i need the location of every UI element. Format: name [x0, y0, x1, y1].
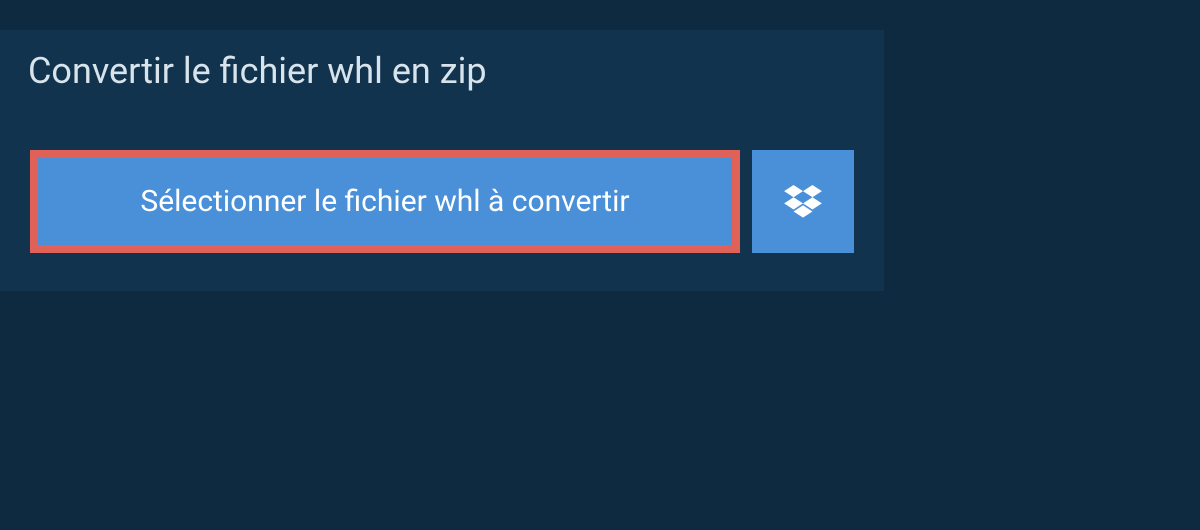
converter-panel: Convertir le fichier whl en zip Sélectio… — [0, 30, 884, 291]
dropbox-button[interactable] — [752, 150, 854, 253]
dropbox-icon — [784, 185, 822, 219]
select-file-button[interactable]: Sélectionner le fichier whl à convertir — [30, 150, 740, 253]
title-bar: Convertir le fichier whl en zip — [0, 30, 610, 112]
button-area: Sélectionner le fichier whl à convertir — [0, 112, 884, 291]
select-file-label: Sélectionner le fichier whl à convertir — [140, 184, 629, 219]
page-title: Convertir le fichier whl en zip — [28, 50, 582, 92]
